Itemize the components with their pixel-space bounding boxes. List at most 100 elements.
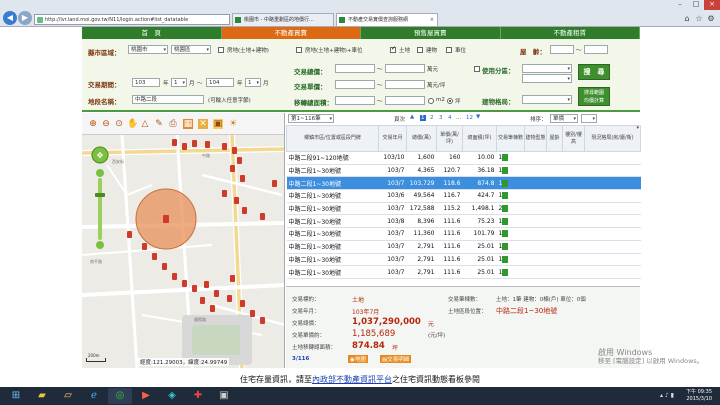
- page-link-2[interactable]: 2: [430, 115, 434, 121]
- table-row[interactable]: 中路二段1~30地號 103/7 103,729 118.6 874.8 1: [286, 176, 641, 191]
- table-row[interactable]: 中路二段1~30地號 103/6 49,564 116.7 424.7 1: [286, 189, 641, 203]
- table-row[interactable]: 中路二段1~30地號 103/7 4,365 120.7 36.18 1: [286, 164, 641, 178]
- table-row[interactable]: 中路二段1~30地號 103/7 2,791 111.6 25.01 1: [286, 240, 641, 254]
- next-page-icon[interactable]: ▼: [476, 114, 480, 120]
- detail-marker-icon[interactable]: [502, 167, 509, 175]
- app-icon[interactable]: ▣: [212, 388, 236, 404]
- app-icon[interactable]: ✚: [186, 388, 210, 404]
- map-canvas[interactable]: 西安街 中路 南平路 國際路 ✥: [82, 135, 285, 368]
- browser-tab-2[interactable]: 不動產交易實價查詢服務網 ×: [336, 13, 438, 26]
- windows-start-icon[interactable]: ⊞: [4, 388, 28, 404]
- tab-home[interactable]: 首 頁: [82, 27, 222, 39]
- end-month-select[interactable]: 1: [245, 78, 261, 87]
- table-row[interactable]: 中路二段91~120地號 103/10 1,600 160 10.00 1: [286, 151, 641, 165]
- col-age[interactable]: 屋齡: [546, 125, 563, 152]
- unit-ping-radio[interactable]: [447, 98, 453, 104]
- measure-area-icon[interactable]: ✎: [154, 119, 164, 129]
- detail-marker-icon[interactable]: [502, 230, 509, 238]
- tab-real-estate-sale[interactable]: 不動產買賣: [221, 27, 361, 39]
- print-icon[interactable]: ⎙: [168, 119, 178, 129]
- col-total[interactable]: 總價(萬): [406, 125, 437, 152]
- city-select[interactable]: 桃園市: [128, 45, 168, 54]
- col-area[interactable]: 總面積(坪): [462, 125, 497, 152]
- start-year-input[interactable]: 103: [132, 78, 160, 87]
- col-building-type[interactable]: 建物型態: [524, 125, 547, 152]
- tab-rental[interactable]: 不動產租賃: [501, 27, 640, 39]
- file-explorer-icon[interactable]: ▰: [30, 388, 54, 404]
- col-unit-price[interactable]: 單價(萬/坪): [436, 125, 463, 152]
- detail-marker-icon[interactable]: [502, 205, 509, 213]
- browser-tab-1[interactable]: 桃園市 - 中路重劃區的地價行...: [232, 13, 334, 26]
- tab-close-icon[interactable]: ×: [430, 14, 434, 26]
- type-checkbox-house-land-parking[interactable]: [296, 47, 302, 53]
- search-button[interactable]: 搜 尋: [578, 64, 610, 80]
- unit-m2-radio[interactable]: [428, 98, 434, 104]
- page-link-12[interactable]: 12: [466, 115, 473, 121]
- type-checkbox-land[interactable]: [390, 45, 396, 53]
- start-month-select[interactable]: 1: [171, 78, 187, 87]
- page-range-select[interactable]: 第1~116筆: [288, 114, 334, 123]
- detail-marker-icon[interactable]: [502, 179, 509, 187]
- gear-icon[interactable]: ⚙: [706, 14, 716, 24]
- col-date[interactable]: 交易年月: [378, 125, 407, 152]
- detail-marker-icon[interactable]: [502, 217, 509, 225]
- table-row[interactable]: 中路二段1~30地號 103/7 2,791 111.6 25.01 1: [286, 253, 641, 267]
- detail-marker-icon[interactable]: [502, 243, 509, 251]
- table-row[interactable]: 中路二段1~30地號 103/7 172,588 115.2 1,498.1 2: [286, 202, 641, 216]
- sun-layer-icon[interactable]: ☀: [228, 119, 238, 129]
- ie-browser-icon[interactable]: ℯ: [82, 388, 106, 404]
- district-select[interactable]: 桃園區: [171, 45, 211, 54]
- measure-distance-icon[interactable]: △: [140, 119, 150, 129]
- col-address[interactable]: 鄉鎮市區/位置或區段門牌: [286, 125, 379, 152]
- col-floor[interactable]: 樓別/樓高: [562, 125, 585, 152]
- detail-marker-icon[interactable]: [502, 268, 509, 276]
- total-price-max-input[interactable]: [385, 64, 425, 73]
- table-row[interactable]: 中路二段1~30地號 103/8 8,396 111.6 75.23 1: [286, 214, 641, 229]
- layout-select[interactable]: [522, 95, 572, 104]
- unit-price-max-input[interactable]: [385, 80, 425, 89]
- map-panel[interactable]: ⊕ ⊖ ⊙ ✋ △ ✎ ⎙ ▦ ✕ ▣ ☀ 西安街 中路 南平路 國際路 ✥ 2…: [82, 113, 285, 368]
- col-layout[interactable]: 現況格局(房/廳/衛): [584, 125, 641, 152]
- total-price-min-input[interactable]: [335, 64, 375, 73]
- usage-sub-select[interactable]: [522, 74, 572, 83]
- select-area-icon[interactable]: ▣: [213, 119, 223, 129]
- page-link-3[interactable]: 3: [439, 115, 443, 121]
- unit-price-min-input[interactable]: [335, 80, 375, 89]
- detail-button[interactable]: ▤交易明細: [380, 355, 412, 363]
- sort-select[interactable]: 單價: [550, 114, 578, 123]
- zoom-in-icon[interactable]: ⊕: [88, 119, 98, 129]
- forward-button[interactable]: ▶: [18, 11, 32, 25]
- usage-checkbox[interactable]: [474, 66, 480, 72]
- map-pan-control[interactable]: ✥: [91, 146, 109, 164]
- media-app-icon[interactable]: ▶: [134, 388, 158, 404]
- type-checkbox-building[interactable]: [417, 47, 423, 53]
- end-year-input[interactable]: 104: [206, 78, 234, 87]
- area-max-input[interactable]: [385, 96, 425, 105]
- close-icon[interactable]: ×: [704, 0, 720, 10]
- home-icon[interactable]: ⌂: [682, 14, 692, 24]
- table-row[interactable]: 中路二段1~30地號 103/7 2,791 111.6 25.01 1: [286, 265, 641, 279]
- type-checkbox-parking[interactable]: [446, 47, 452, 53]
- favorites-icon[interactable]: ☆: [694, 14, 704, 24]
- maximize-icon[interactable]: □: [688, 0, 704, 10]
- age-min-input[interactable]: [550, 45, 574, 54]
- pan-hand-icon[interactable]: ✋: [127, 119, 138, 129]
- zoom-box-icon[interactable]: ⊙: [114, 119, 124, 129]
- system-clock[interactable]: 下午 09:35 2015/3/10: [686, 389, 712, 403]
- col-count[interactable]: 交易筆棟數: [496, 125, 525, 152]
- usage-select[interactable]: [522, 64, 572, 73]
- clear-icon[interactable]: ✕: [198, 119, 208, 129]
- table-row[interactable]: 中路二段1~30地號 103/7 11,360 111.6 101.79 1: [286, 227, 641, 241]
- type-checkbox-house-land[interactable]: [218, 47, 224, 53]
- map-button[interactable]: ◉地圖: [348, 355, 368, 363]
- sort-direction-select[interactable]: [581, 114, 597, 123]
- address-input[interactable]: 中路二段: [132, 95, 204, 104]
- tab-presale[interactable]: 預售屋買賣: [361, 27, 501, 39]
- platform-link[interactable]: 內政部不動產資訊平台: [312, 375, 392, 384]
- area-min-input[interactable]: [335, 96, 375, 105]
- back-button[interactable]: ◀: [3, 11, 17, 25]
- folder-icon[interactable]: ▱: [56, 388, 80, 404]
- page-link-1[interactable]: 1: [420, 115, 426, 121]
- detail-marker-icon[interactable]: [502, 154, 509, 162]
- average-price-button[interactable]: 搜尋範圍 均價計算: [578, 87, 610, 106]
